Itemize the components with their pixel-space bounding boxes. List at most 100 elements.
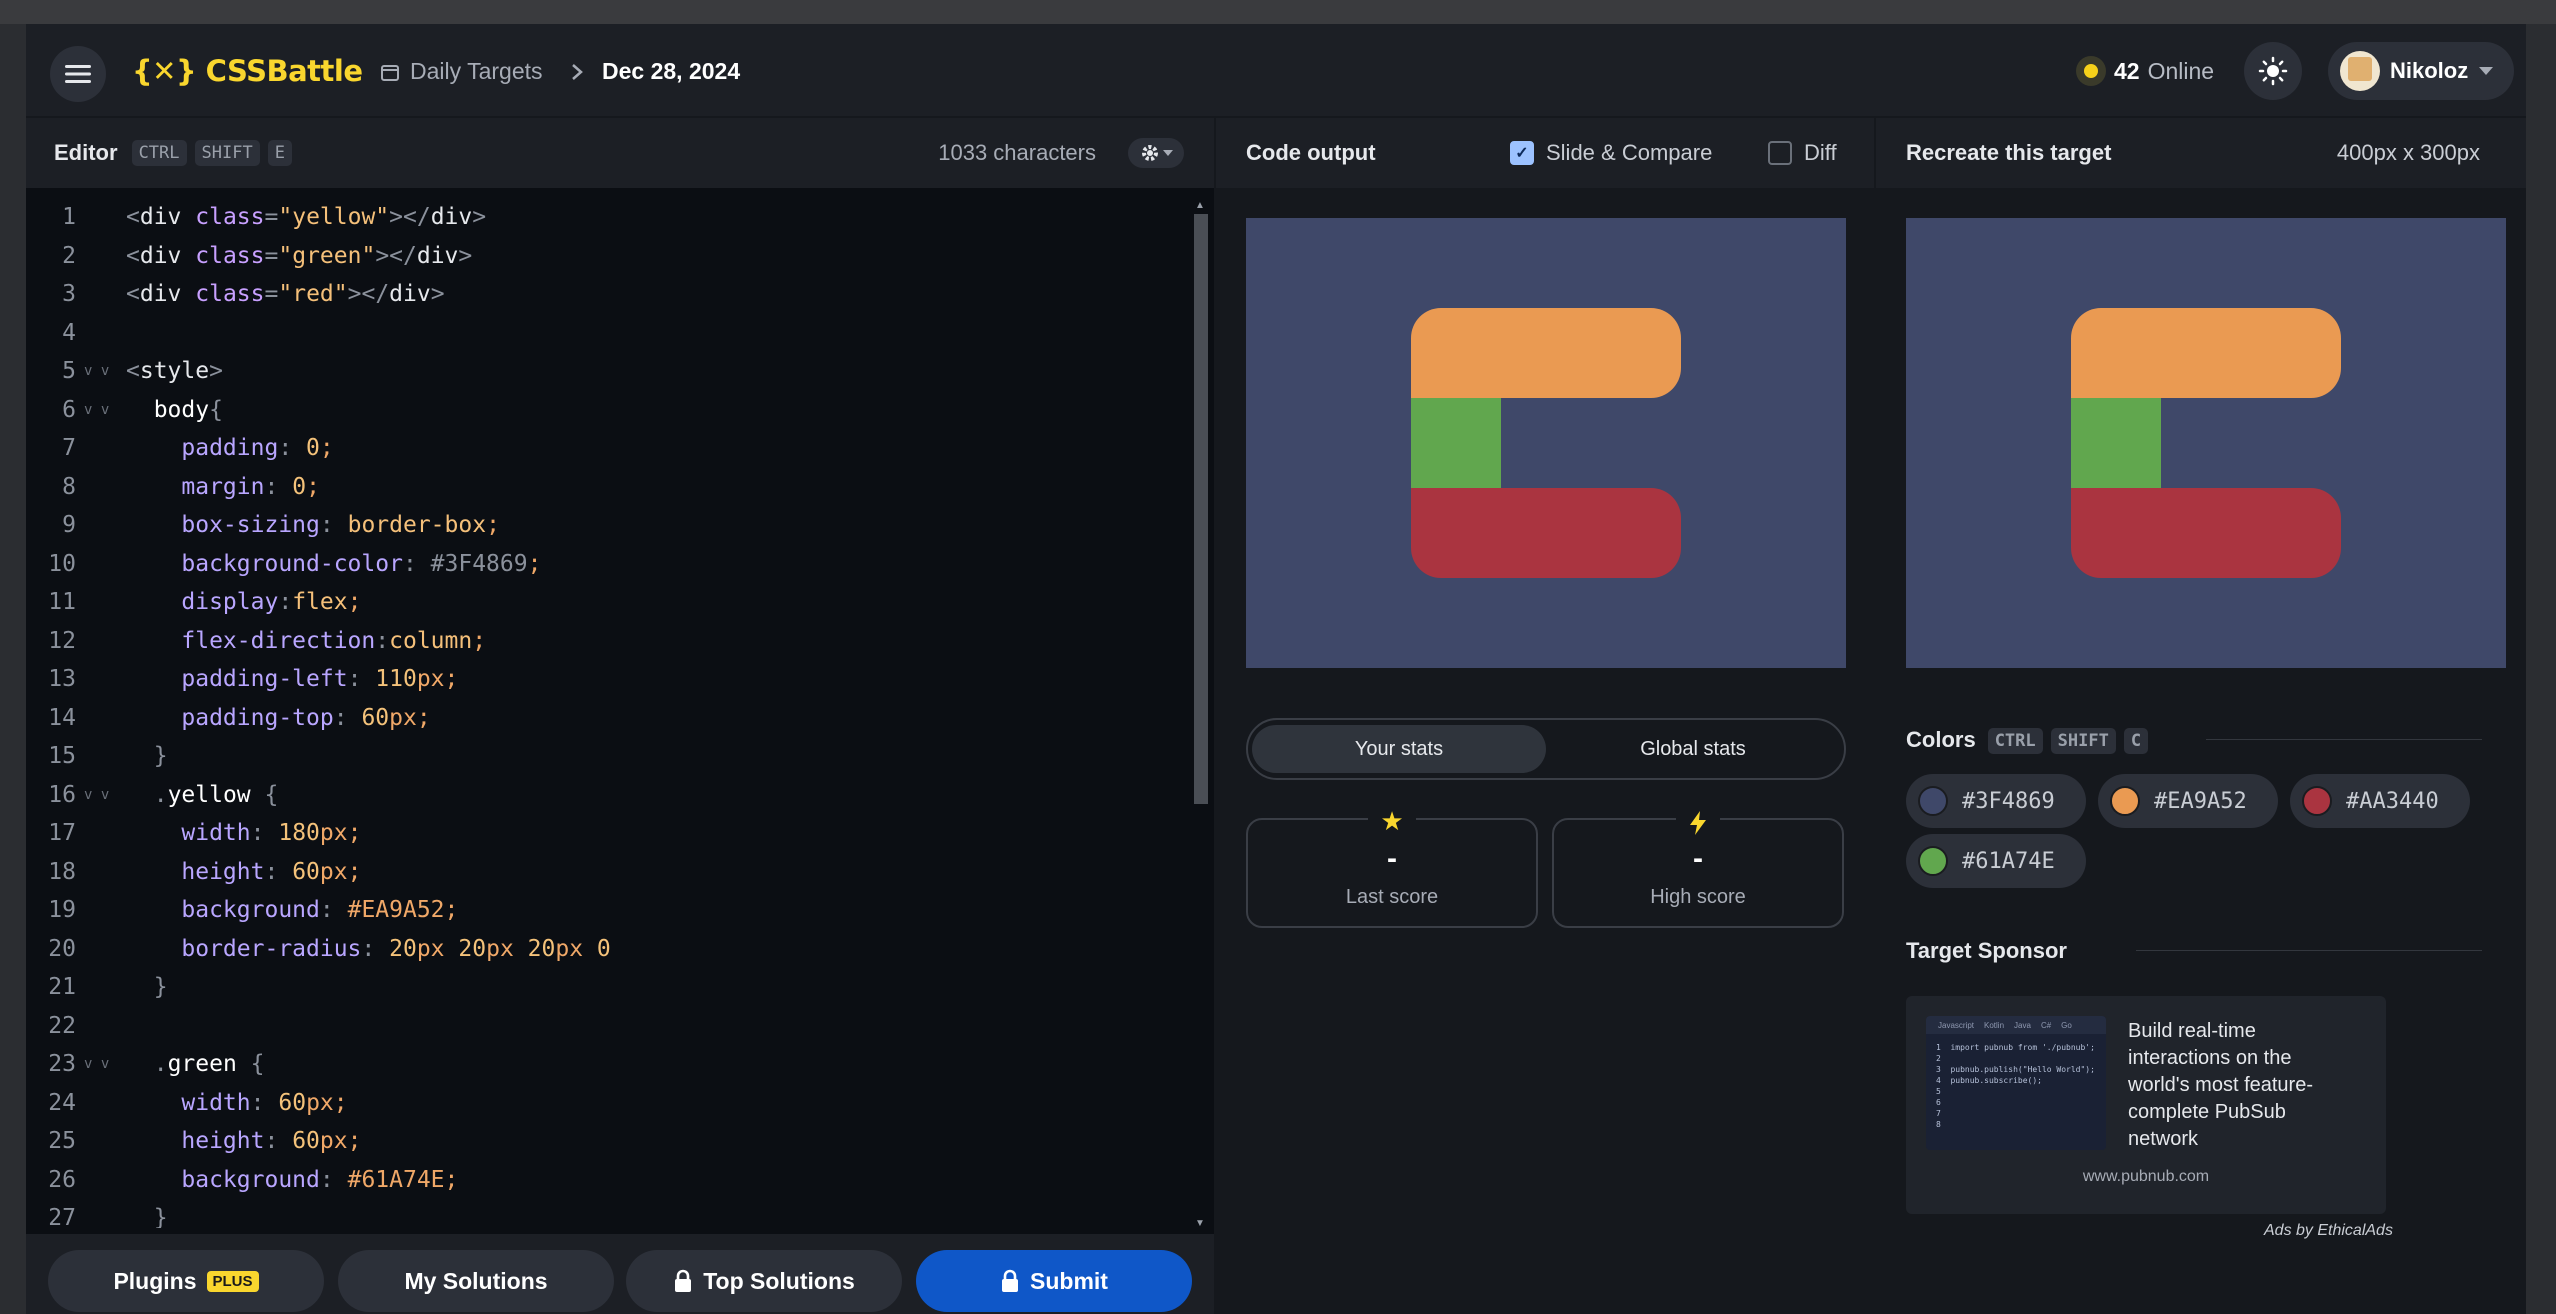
editor-scrollbar-thumb[interactable] — [1194, 214, 1208, 804]
color-swatch[interactable]: #61A74E — [1906, 834, 2086, 888]
code-line[interactable]: 26 background: #61A74E; — [26, 1161, 1186, 1199]
code-line[interactable]: 16 v v .yellow { — [26, 776, 1186, 814]
code-editor[interactable]: 1 <div class="yellow"></div> 2 <div class="… — [26, 198, 1186, 1228]
color-swatch[interactable]: #3F4869 — [1906, 774, 2086, 828]
fold-toggle-icon[interactable]: v v — [84, 352, 109, 390]
code-text: body{ — [153, 396, 223, 423]
scroll-down-icon[interactable]: ▼ — [1195, 1218, 1205, 1229]
code-line[interactable]: 27 } — [26, 1199, 1186, 1228]
sponsor-ad[interactable]: Javascript Kotlin Java C# Go 1 import pubnub… — [1906, 996, 2386, 1214]
tab-your-stats[interactable]: Your stats — [1252, 725, 1546, 773]
line-number: 5 — [62, 358, 76, 384]
code-line[interactable]: 23 v v .green { — [26, 1045, 1186, 1083]
code-text: <style> — [126, 358, 223, 384]
code-text: background: #61A74E; — [181, 1166, 459, 1193]
slide-compare-toggle[interactable]: ✓ Slide & Compare — [1510, 140, 1712, 166]
code-line[interactable]: 20 border-radius: 20px 20px 20px 0 — [26, 930, 1186, 968]
theme-toggle-button[interactable] — [2244, 42, 2302, 100]
line-number: 27 — [48, 1205, 76, 1228]
ad-tab: Javascript — [1938, 1020, 1975, 1030]
menu-button[interactable] — [50, 46, 106, 102]
code-line[interactable]: 1 <div class="yellow"></div> — [26, 198, 1186, 236]
code-line[interactable]: 8 margin: 0; — [26, 468, 1186, 506]
code-line[interactable]: 25 height: 60px; — [26, 1122, 1186, 1160]
code-line[interactable]: 11 display:flex; — [26, 583, 1186, 621]
scroll-up-icon[interactable]: ▲ — [1195, 200, 1205, 211]
fold-toggle-icon[interactable]: v v — [84, 391, 109, 429]
line-number: 17 — [48, 820, 76, 846]
color-swatch[interactable]: #AA3440 — [2290, 774, 2470, 828]
ad-text[interactable]: Build real-time interactions on the worl… — [2128, 1018, 2358, 1153]
diff-checkbox[interactable] — [1768, 141, 1792, 165]
fold-toggle-icon[interactable]: v v — [84, 1045, 109, 1083]
diff-label: Diff — [1804, 140, 1837, 165]
colors-divider — [2206, 739, 2482, 740]
code-line[interactable]: 21 } — [26, 968, 1186, 1006]
code-line[interactable]: 17 width: 180px; — [26, 814, 1186, 852]
color-dot-icon — [1918, 786, 1948, 816]
fold-toggle-icon[interactable]: v v — [84, 776, 109, 814]
ad-code-lines: 1 import pubnub from './pubnub'; 2 3 pub… — [1926, 1034, 2106, 1130]
line-number: 9 — [62, 512, 76, 538]
code-line[interactable]: 15 } — [26, 737, 1186, 775]
my-solutions-label: My Solutions — [404, 1267, 548, 1294]
code-line[interactable]: 22 — [26, 1007, 1186, 1045]
ad-tab: Java — [2014, 1020, 2031, 1030]
code-line[interactable]: 3 <div class="red"></div> — [26, 275, 1186, 313]
plugins-button[interactable]: Plugins PLUS — [48, 1250, 324, 1312]
line-number: 20 — [48, 935, 76, 962]
code-line[interactable]: 2 <div class="green"></div> — [26, 237, 1186, 275]
submit-label: Submit — [1030, 1267, 1108, 1294]
code-line[interactable]: 18 height: 60px; — [26, 853, 1186, 891]
kbd-e: E — [267, 140, 292, 166]
user-name: Nikoloz — [2390, 58, 2469, 83]
colors-title: Colors — [1906, 727, 1976, 752]
color-swatch[interactable]: #EA9A52 — [2098, 774, 2278, 828]
code-line[interactable]: 5 v v <style> — [26, 352, 1186, 390]
code-line[interactable]: 14 padding-top: 60px; — [26, 699, 1186, 737]
ad-url[interactable]: www.pubnub.com — [1906, 1168, 2386, 1186]
top-header: {✕} CSSBattle Daily Targets Dec 28, 2024… — [26, 24, 2526, 116]
ads-by-ethicalads[interactable]: Ads by EthicalAds — [2264, 1222, 2393, 1240]
colors-heading: Colors CTRL SHIFT C — [1906, 726, 2149, 754]
slide-compare-checkbox[interactable]: ✓ — [1510, 141, 1534, 165]
code-line[interactable]: 10 background-color: #3F4869; — [26, 545, 1186, 583]
editor-shortcut: CTRL SHIFT E — [124, 140, 292, 166]
code-line[interactable]: 19 background: #EA9A52; — [26, 891, 1186, 929]
target-canvas[interactable] — [1906, 218, 2506, 668]
ad-code-line: 6 — [1936, 1098, 1941, 1107]
color-hex: #EA9A52 — [2154, 788, 2247, 814]
ad-code-line: 4 pubnub.subscribe(); — [1936, 1076, 2042, 1085]
logo[interactable]: {✕} CSSBattle — [132, 54, 363, 88]
breadcrumb-daily-targets[interactable]: Daily Targets — [410, 58, 543, 85]
code-line[interactable]: 6 v v body{ — [26, 391, 1186, 429]
target-red-shape — [2071, 488, 2341, 578]
diff-toggle[interactable]: Diff — [1768, 140, 1837, 166]
code-line[interactable]: 4 — [26, 314, 1186, 352]
code-line[interactable]: 24 width: 60px; — [26, 1084, 1186, 1122]
code-line[interactable]: 13 padding-left: 110px; — [26, 660, 1186, 698]
submit-button[interactable]: Submit — [916, 1250, 1192, 1312]
code-line[interactable]: 7 padding: 0; — [26, 429, 1186, 467]
tab-global-stats[interactable]: Global stats — [1546, 725, 1840, 773]
ad-code-line: 3 pubnub.publish("Hello World"); — [1936, 1065, 2095, 1074]
last-score-value: - — [1387, 842, 1397, 875]
editor-settings-button[interactable] — [1128, 138, 1184, 168]
kbd-shift: SHIFT — [194, 140, 260, 166]
cssbattle-app: {✕} CSSBattle Daily Targets Dec 28, 2024… — [26, 24, 2526, 1314]
output-canvas[interactable] — [1246, 218, 1846, 668]
ad-code-line: 8 — [1936, 1120, 1941, 1129]
ad-tab: C# — [2040, 1020, 2052, 1030]
line-number: 1 — [62, 204, 76, 230]
color-dot-icon — [1918, 846, 1948, 876]
target-dimensions: 400px x 300px — [2336, 140, 2480, 165]
editor-footer: Plugins PLUS My Solutions Top Solutions … — [26, 1234, 1214, 1314]
code-text: .yellow { — [153, 781, 279, 808]
user-menu-button[interactable]: Nikoloz — [2328, 42, 2514, 100]
top-solutions-button[interactable]: Top Solutions — [626, 1250, 902, 1312]
code-line[interactable]: 12 flex-direction:column; — [26, 622, 1186, 660]
ad-code-line: 7 — [1936, 1109, 1941, 1118]
code-line[interactable]: 9 box-sizing: border-box; — [26, 506, 1186, 544]
output-header: Code output ✓ Slide & Compare Diff — [1216, 118, 1874, 188]
my-solutions-button[interactable]: My Solutions — [338, 1250, 614, 1312]
